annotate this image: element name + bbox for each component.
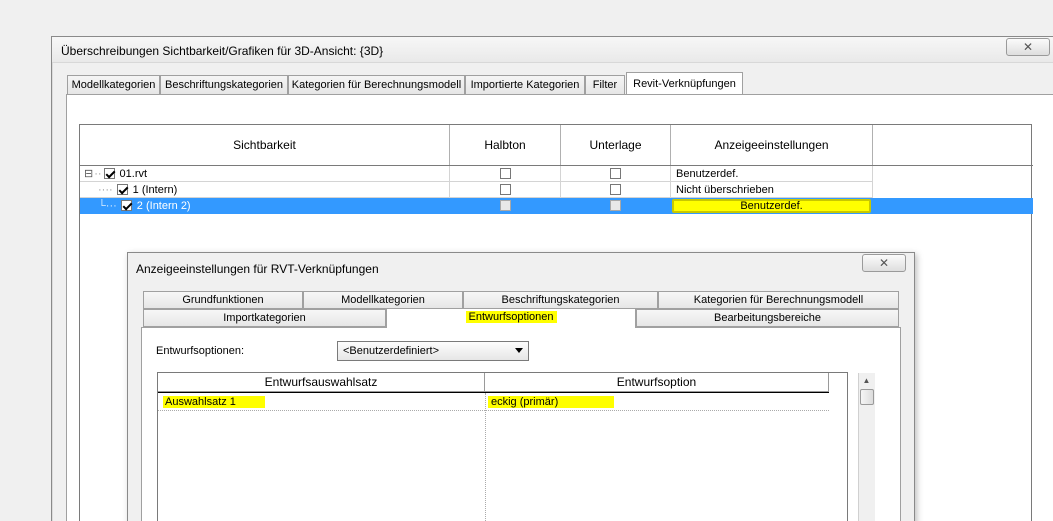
close-icon: ✕ — [1022, 40, 1034, 54]
subtab-entwurfsoptionen[interactable]: Entwurfsoptionen — [386, 308, 636, 328]
sub-close-button[interactable]: ✕ — [862, 254, 906, 272]
design-options-label: Entwurfsoptionen: — [156, 345, 245, 357]
halftone-checkbox[interactable] — [499, 200, 511, 211]
display-settings-button[interactable]: Benutzerdef. — [672, 198, 871, 213]
halftone-cell — [450, 182, 561, 198]
option-set-name: Auswahlsatz 1 — [163, 396, 265, 408]
visibility-checkbox[interactable] — [120, 200, 132, 211]
halftone-checkbox[interactable] — [499, 184, 511, 195]
subtab-importkategorien[interactable]: Importkategorien — [143, 309, 386, 327]
subtab-entwurfsoptionen-label: Entwurfsoptionen — [465, 311, 557, 323]
table-row[interactable]: ···· 1 (Intern) Nicht überschrieben — [80, 182, 1031, 198]
display-settings-cell: Benutzerdef. — [671, 198, 873, 214]
tab-importierte-kategorien[interactable]: Importierte Kategorien — [465, 75, 585, 94]
row-name-cell: ⊟ ·· 01.rvt — [80, 166, 450, 182]
underlay-checkbox[interactable] — [610, 200, 621, 211]
link-name: 01.rvt — [119, 167, 148, 180]
chevron-down-icon — [515, 348, 523, 353]
tab-beschriftungskategorien[interactable]: Beschriftungskategorien — [160, 75, 288, 94]
tree-line: ···· — [98, 183, 113, 196]
table-row[interactable]: ⊟ ·· 01.rvt Benutzerdef. — [80, 166, 1031, 182]
row-name-cell: ···· 1 (Intern) — [80, 182, 450, 198]
scroll-up-icon[interactable]: ▲ — [859, 373, 874, 388]
underlay-cell — [561, 166, 671, 182]
option-set-cell[interactable]: Auswahlsatz 1 — [161, 395, 265, 409]
table-row-selected[interactable]: └··· 2 (Intern 2) Benutzerdef. — [80, 198, 1033, 214]
underlay-cell — [561, 198, 671, 214]
display-settings-cell[interactable]: Nicht überschrieben — [671, 182, 873, 198]
table-row[interactable]: Auswahlsatz 1 eckig (primär) — [158, 393, 829, 411]
design-options-value: <Benutzerdefiniert> — [343, 345, 440, 357]
main-dialog-title: Überschreibungen Sichtbarkeit/Grafiken f… — [61, 44, 384, 58]
underlay-cell — [561, 182, 671, 198]
option-cell[interactable]: eckig (primär) — [488, 395, 614, 409]
design-options-table: Entwurfsauswahlsatz Entwurfsoption Auswa… — [157, 372, 875, 521]
vertical-scrollbar[interactable]: ▲ — [858, 373, 875, 521]
display-settings-cell[interactable]: Benutzerdef. — [671, 166, 873, 182]
halftone-checkbox[interactable] — [499, 168, 511, 179]
col-header-halbton[interactable]: Halbton — [450, 125, 561, 165]
scroll-thumb[interactable] — [860, 389, 874, 405]
main-titlebar: Überschreibungen Sichtbarkeit/Grafiken f… — [52, 37, 1053, 63]
col-header-sichtbarkeit[interactable]: Sichtbarkeit — [80, 125, 450, 165]
rvt-link-display-settings-dialog: Anzeigeeinstellungen für RVT-Verknüpfung… — [127, 252, 915, 521]
subtab-beschriftungskategorien[interactable]: Beschriftungskategorien — [463, 291, 658, 309]
subtab-grundfunktionen[interactable]: Grundfunktionen — [143, 291, 303, 309]
subtab-modellkategorien[interactable]: Modellkategorien — [303, 291, 463, 309]
visibility-checkbox[interactable] — [103, 168, 115, 179]
halftone-cell — [450, 198, 561, 214]
subtab-berechnungsmodell[interactable]: Kategorien für Berechnungsmodell — [658, 291, 899, 309]
tree-line: └··· — [98, 199, 117, 212]
main-close-button[interactable]: ✕ — [1006, 38, 1050, 56]
link-instance-name: 1 (Intern) — [132, 183, 178, 196]
underlay-checkbox[interactable] — [610, 184, 621, 195]
halftone-cell — [450, 166, 561, 182]
link-instance-name: 2 (Intern 2) — [136, 199, 191, 212]
col-header-entwurfsoption[interactable]: Entwurfsoption — [485, 373, 829, 392]
tab-modellkategorien[interactable]: Modellkategorien — [67, 75, 160, 94]
collapse-icon[interactable]: ⊟ — [84, 167, 93, 180]
visibility-checkbox[interactable] — [116, 184, 128, 195]
option-value: eckig (primär) — [488, 396, 614, 408]
tab-revit-verknuepfungen[interactable]: Revit-Verknüpfungen — [626, 72, 743, 94]
row-name-cell: └··· 2 (Intern 2) — [80, 198, 450, 214]
column-divider — [485, 393, 486, 521]
tree-line: ·· — [94, 167, 102, 180]
underlay-checkbox[interactable] — [610, 168, 621, 179]
tab-berechnungsmodell[interactable]: Kategorien für Berechnungsmodell — [288, 75, 465, 94]
col-header-anzeigeeinstellungen[interactable]: Anzeigeeinstellungen — [671, 125, 873, 165]
close-icon: ✕ — [878, 256, 890, 270]
design-options-dropdown[interactable]: <Benutzerdefiniert> — [337, 341, 529, 361]
subtab-bearbeitungsbereiche[interactable]: Bearbeitungsbereiche — [636, 309, 899, 327]
col-header-unterlage[interactable]: Unterlage — [561, 125, 671, 165]
sub-dialog-title: Anzeigeeinstellungen für RVT-Verknüpfung… — [136, 262, 379, 276]
col-header-entwurfsauswahlsatz[interactable]: Entwurfsauswahlsatz — [158, 373, 485, 392]
tab-filter[interactable]: Filter — [585, 75, 625, 94]
